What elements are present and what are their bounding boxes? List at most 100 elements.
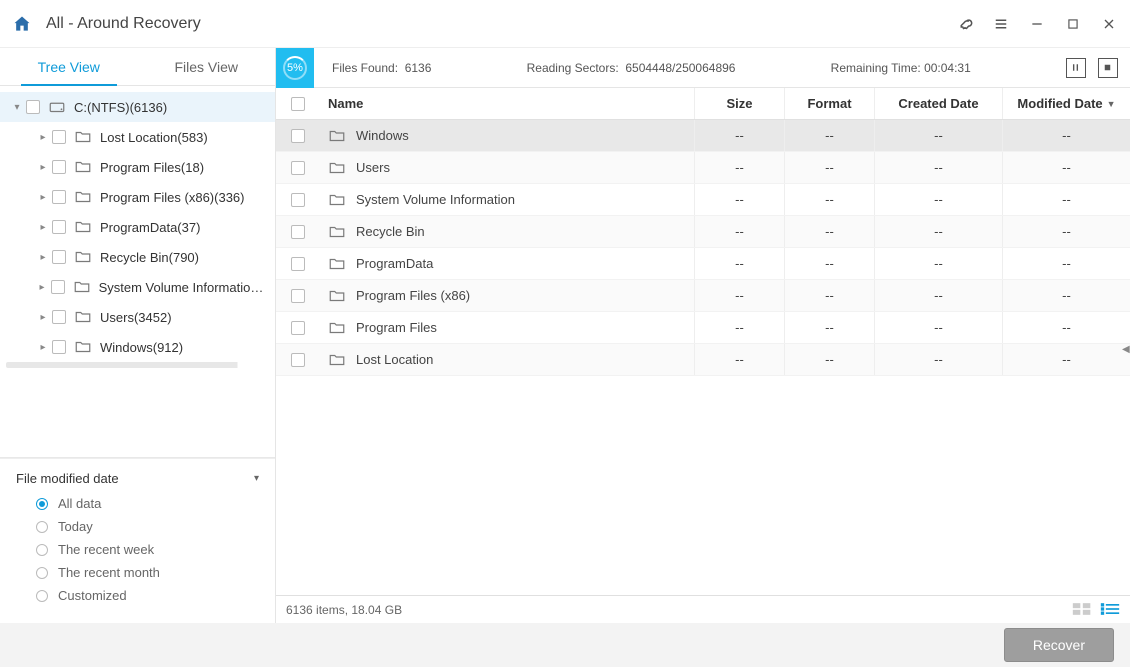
- tree-item[interactable]: ▸Recycle Bin(790): [0, 242, 275, 272]
- tree-root[interactable]: ▾ C:(NTFS)(6136): [0, 92, 275, 122]
- chevron-right-icon[interactable]: ▸: [36, 160, 50, 174]
- chevron-right-icon[interactable]: ▸: [36, 340, 50, 354]
- radio[interactable]: [36, 567, 48, 579]
- chevron-right-icon[interactable]: ▸: [36, 220, 50, 234]
- chevron-right-icon[interactable]: ▸: [35, 280, 49, 294]
- header-name[interactable]: Name: [320, 88, 694, 119]
- radio[interactable]: [36, 544, 48, 556]
- tree-item[interactable]: ▸Lost Location(583): [0, 122, 275, 152]
- checkbox[interactable]: [52, 250, 66, 264]
- tab-tree-view[interactable]: Tree View: [0, 48, 138, 85]
- results-table: Name Size Format Created Date Modified D…: [276, 88, 1130, 595]
- checkbox[interactable]: [291, 129, 305, 143]
- home-icon[interactable]: [12, 14, 32, 34]
- table-row[interactable]: Program Files--------: [276, 312, 1130, 344]
- table-row[interactable]: Users--------: [276, 152, 1130, 184]
- filter-option[interactable]: The recent month: [16, 565, 259, 580]
- checkbox[interactable]: [52, 340, 66, 354]
- cell-name: Program Files: [356, 320, 437, 335]
- key-icon[interactable]: [956, 15, 974, 33]
- minimize-button[interactable]: [1028, 15, 1046, 33]
- filter-option-label: All data: [58, 496, 101, 511]
- tree-item[interactable]: ▸ProgramData(37): [0, 212, 275, 242]
- table-row[interactable]: System Volume Information--------: [276, 184, 1130, 216]
- scrollbar[interactable]: [6, 362, 269, 368]
- checkbox[interactable]: [52, 310, 66, 324]
- cell-name: Lost Location: [356, 352, 433, 367]
- cell-size: --: [694, 344, 784, 375]
- checkbox[interactable]: [291, 289, 305, 303]
- table-row[interactable]: Program Files (x86)--------: [276, 280, 1130, 312]
- filter-header[interactable]: File modified date ▾: [16, 471, 259, 486]
- header-size[interactable]: Size: [694, 88, 784, 119]
- filter-option[interactable]: Today: [16, 519, 259, 534]
- cell-created: --: [874, 344, 1002, 375]
- tree-item[interactable]: ▸Program Files(18): [0, 152, 275, 182]
- checkbox[interactable]: [26, 100, 40, 114]
- checkbox[interactable]: [52, 220, 66, 234]
- menu-icon[interactable]: [992, 15, 1010, 33]
- tree-item[interactable]: ▸Program Files (x86)(336): [0, 182, 275, 212]
- folder-icon: [328, 351, 346, 369]
- tab-files-view[interactable]: Files View: [138, 48, 276, 85]
- folder-icon: [328, 319, 346, 337]
- radio[interactable]: [36, 521, 48, 533]
- folder-icon: [74, 338, 92, 356]
- checkbox[interactable]: [291, 225, 305, 239]
- cell-format: --: [784, 248, 874, 279]
- list-view-button[interactable]: [1100, 602, 1120, 618]
- header-modified[interactable]: Modified Date▼: [1002, 88, 1130, 119]
- stop-button[interactable]: [1098, 58, 1118, 78]
- filter-option-label: The recent week: [58, 542, 154, 557]
- tree-item[interactable]: ▸System Volume Information(6): [0, 272, 275, 302]
- cell-name: Recycle Bin: [356, 224, 425, 239]
- checkbox[interactable]: [291, 257, 305, 271]
- recover-button[interactable]: Recover: [1004, 628, 1114, 662]
- filter-title: File modified date: [16, 471, 119, 486]
- chevron-right-icon[interactable]: ▸: [36, 250, 50, 264]
- sort-desc-icon: ▼: [1107, 99, 1116, 109]
- chevron-right-icon[interactable]: ▸: [36, 130, 50, 144]
- cell-format: --: [784, 152, 874, 183]
- maximize-button[interactable]: [1064, 15, 1082, 33]
- checkbox[interactable]: [291, 321, 305, 335]
- table-row[interactable]: Windows--------: [276, 120, 1130, 152]
- radio[interactable]: [36, 498, 48, 510]
- checkbox[interactable]: [291, 193, 305, 207]
- pause-button[interactable]: [1066, 58, 1086, 78]
- tree-item[interactable]: ▸Windows(912): [0, 332, 275, 362]
- panel-collapse-toggle[interactable]: ◀: [1122, 344, 1130, 360]
- checkbox[interactable]: [291, 353, 305, 367]
- checkbox[interactable]: [52, 130, 66, 144]
- chevron-down-icon[interactable]: ▾: [10, 100, 24, 114]
- header-created[interactable]: Created Date: [874, 88, 1002, 119]
- filter-option[interactable]: Customized: [16, 588, 259, 603]
- radio[interactable]: [36, 590, 48, 602]
- chevron-right-icon[interactable]: ▸: [36, 190, 50, 204]
- header-checkbox[interactable]: [276, 88, 320, 119]
- cell-modified: --: [1002, 152, 1130, 183]
- table-row[interactable]: Recycle Bin--------: [276, 216, 1130, 248]
- files-found: Files Found: 6136: [332, 61, 431, 75]
- checkbox[interactable]: [291, 161, 305, 175]
- content-area: 5% Files Found: 6136 Reading Sectors: 65…: [276, 48, 1130, 623]
- grid-view-button[interactable]: [1072, 602, 1092, 618]
- chevron-right-icon[interactable]: ▸: [36, 310, 50, 324]
- checkbox[interactable]: [52, 160, 66, 174]
- close-button[interactable]: [1100, 15, 1118, 33]
- scan-status-bar: 5% Files Found: 6136 Reading Sectors: 65…: [276, 48, 1130, 88]
- table-row[interactable]: ProgramData--------: [276, 248, 1130, 280]
- table-row[interactable]: Lost Location--------: [276, 344, 1130, 376]
- filter-option[interactable]: The recent week: [16, 542, 259, 557]
- header-format[interactable]: Format: [784, 88, 874, 119]
- checkbox[interactable]: [52, 190, 66, 204]
- tree-item[interactable]: ▸ Users(3452): [0, 302, 275, 332]
- app-title: All - Around Recovery: [46, 15, 956, 33]
- cell-created: --: [874, 312, 1002, 343]
- filter-option[interactable]: All data: [16, 496, 259, 511]
- checkbox[interactable]: [51, 280, 65, 294]
- tree-item-label: Users(3452): [100, 310, 172, 325]
- cell-format: --: [784, 280, 874, 311]
- filter-option-label: Customized: [58, 588, 127, 603]
- cell-modified: --: [1002, 344, 1130, 375]
